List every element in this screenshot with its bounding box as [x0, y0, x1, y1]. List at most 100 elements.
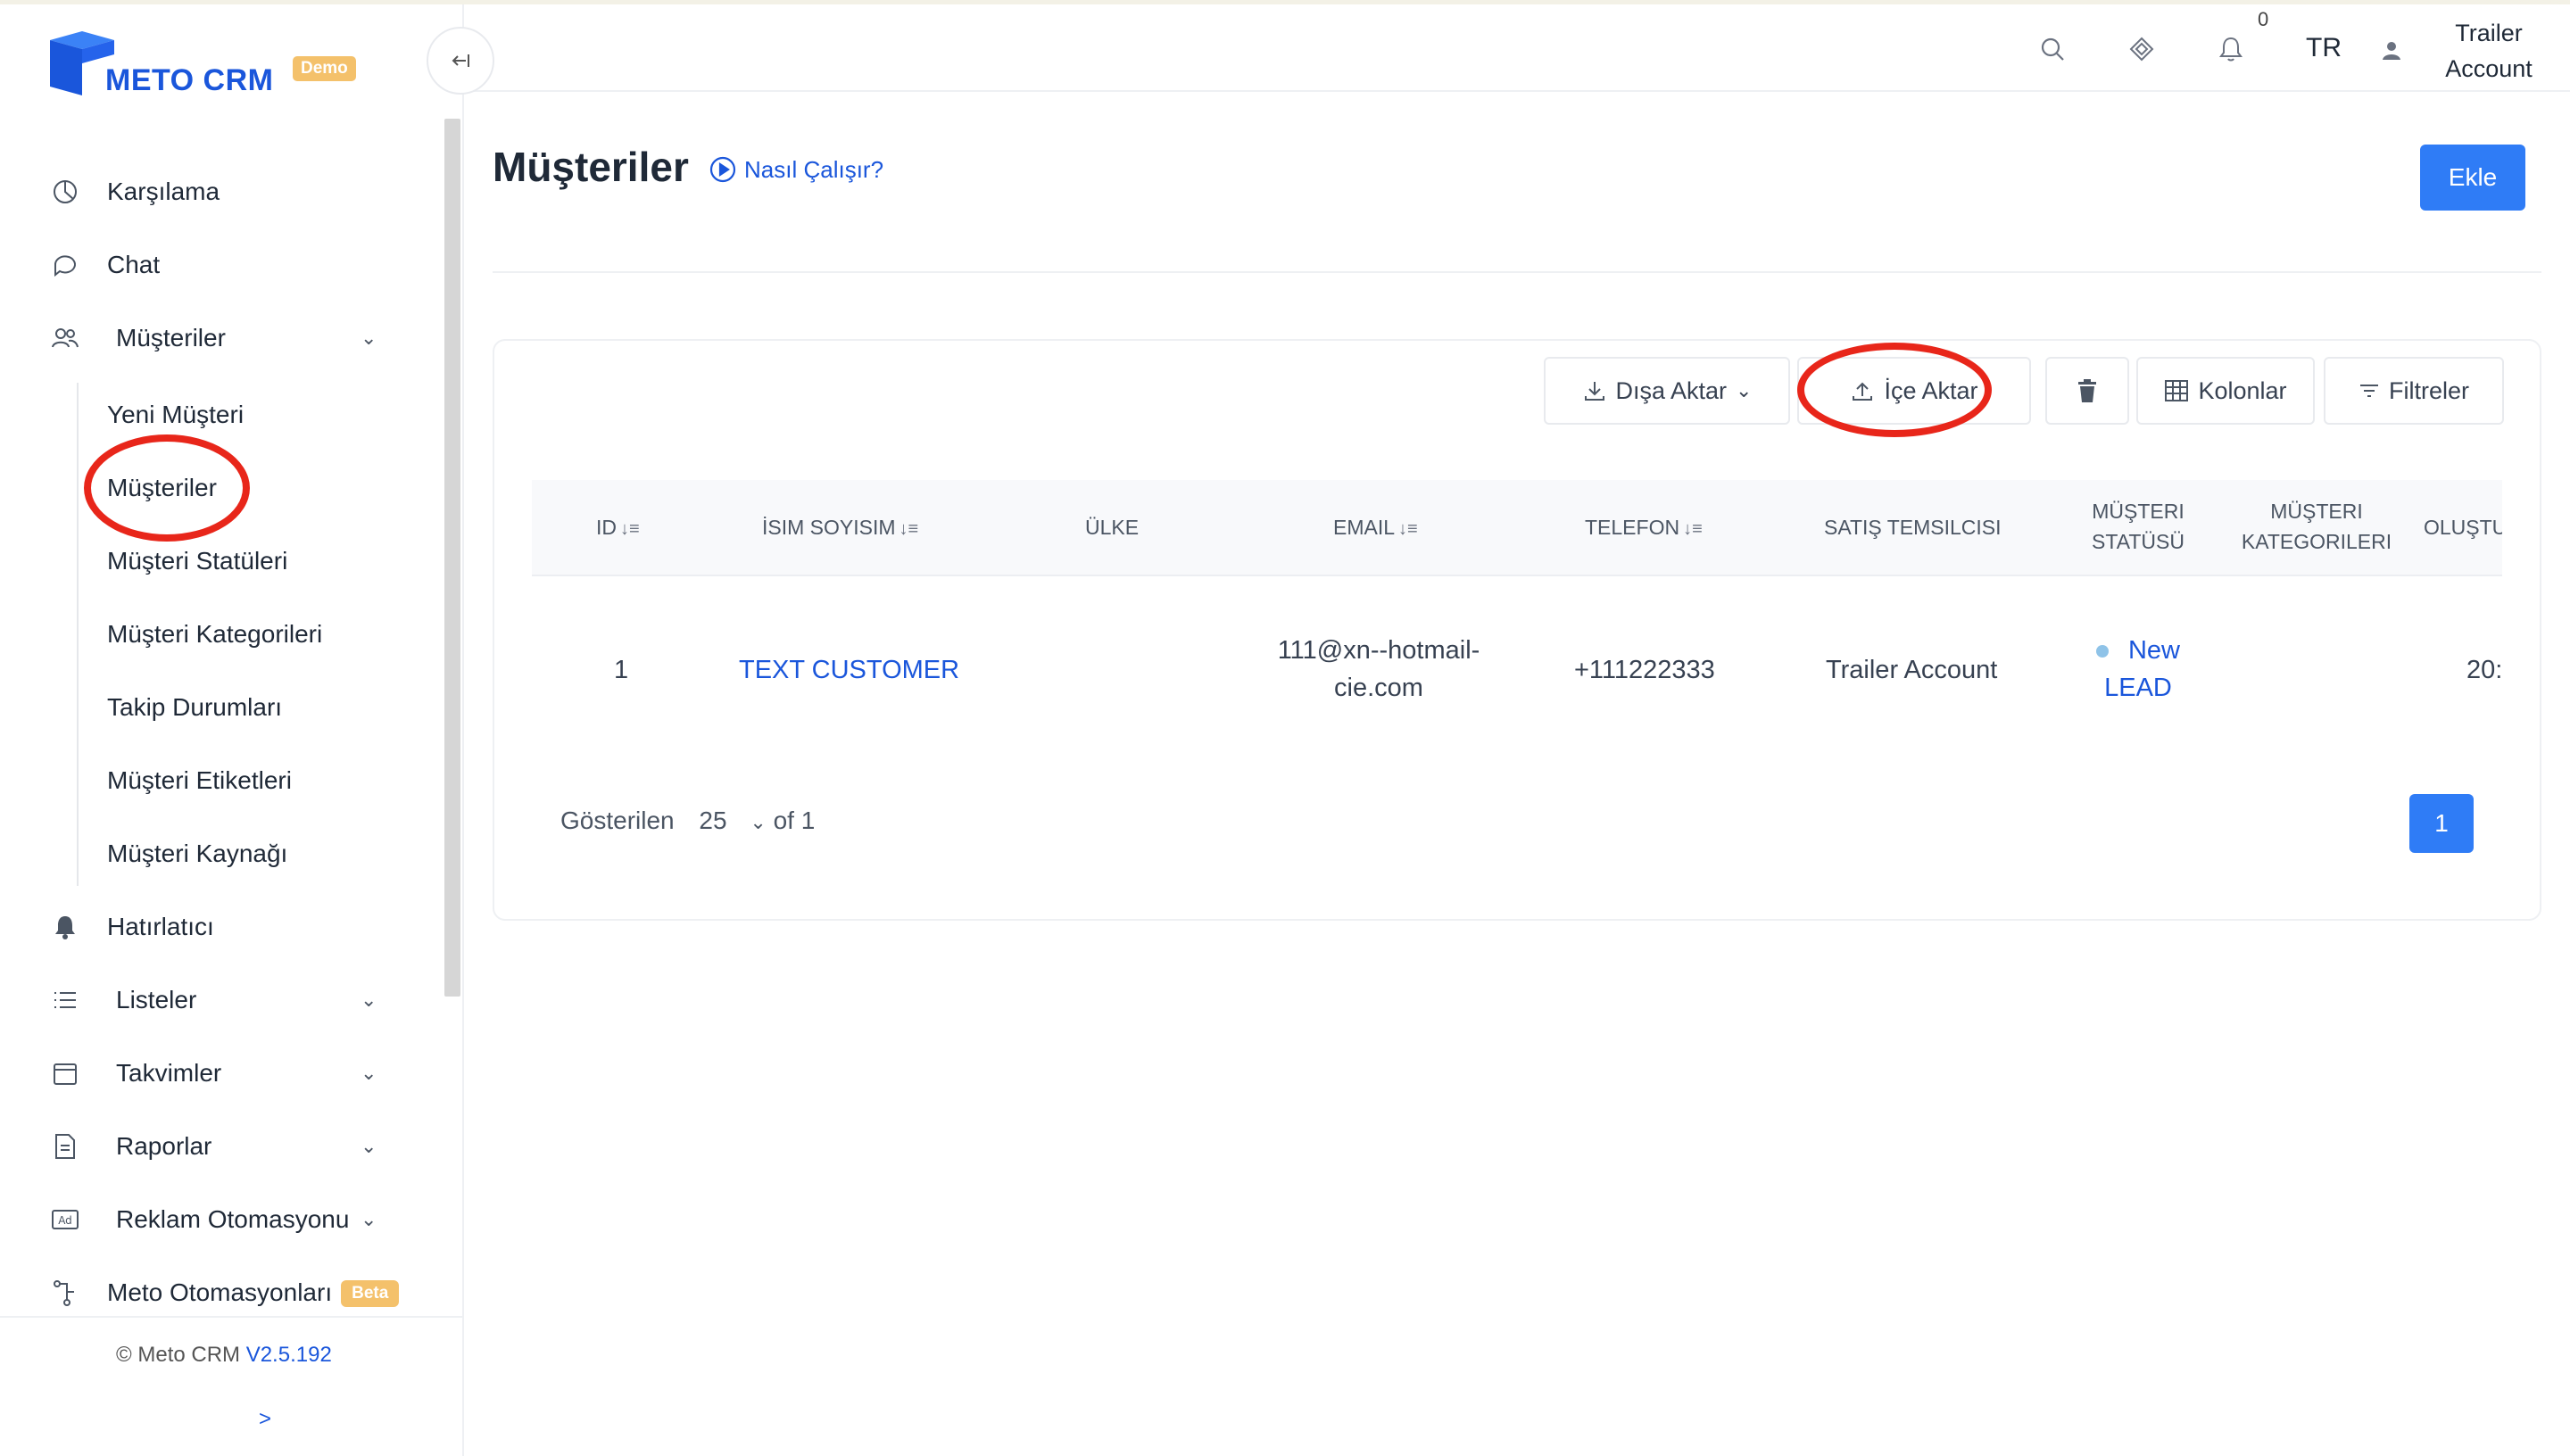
sidebar-footer-divider [0, 1316, 462, 1318]
bell-icon [50, 912, 80, 942]
cell-phone: +111222333 [1574, 656, 1715, 684]
sidebar-item-label: Karşılama [107, 178, 220, 205]
sub-item-musteri-kategorileri[interactable]: Müşteri Kategorileri [107, 608, 322, 661]
cell-status-text: New [2127, 636, 2180, 665]
play-circle-icon [709, 156, 736, 183]
column-header-label: ID [596, 516, 617, 539]
cell-status-line1: New [2083, 632, 2193, 669]
shown-label: Gösterilen [560, 807, 675, 834]
sub-item-musteriler[interactable]: Müşteriler [107, 461, 217, 515]
pagination-info: Gösterilen 25 ⌄ of 1 [560, 807, 815, 835]
filters-label: Filtreler [2388, 376, 2469, 404]
sort-icon: ↓≡ [1398, 519, 1418, 539]
column-header-name[interactable]: İSIM SOYISIM ↓≡ [762, 512, 918, 544]
status-dot-icon [2095, 645, 2109, 658]
sidebar-item-label: Meto Otomasyonları Beta [107, 1278, 400, 1308]
sidebar-item-label-text: Meto Otomasyonları [107, 1278, 333, 1306]
column-header-label: KATEGORILERI [2241, 530, 2392, 553]
cell-created: 20: [2466, 656, 2502, 684]
user-name-line2: Account [2445, 55, 2533, 82]
columns-label: Kolonlar [2198, 376, 2287, 404]
version-number[interactable]: V2.5.192 [246, 1343, 332, 1367]
column-header-categories: MÜŞTERI KATEGORILERI [2238, 496, 2395, 557]
trash-icon [2078, 379, 2096, 402]
sidebar-item-label: Chat [107, 251, 161, 278]
how-it-works-link[interactable]: Nasıl Çalışır? [709, 155, 883, 184]
column-header-status: MÜŞTERI STATÜSÜ [2083, 496, 2193, 557]
collapse-sidebar-button[interactable] [427, 27, 494, 95]
document-icon [50, 1131, 80, 1162]
column-header-label: İSIM SOYISIM [762, 516, 896, 539]
download-icon [1584, 382, 1604, 401]
user-name-line1: Trailer [2455, 20, 2523, 46]
sort-icon: ↓≡ [899, 519, 919, 539]
chevron-down-icon: ⌄ [361, 1135, 377, 1157]
how-it-works-label: Nasıl Çalışır? [744, 155, 884, 183]
column-header-id[interactable]: ID ↓≡ [596, 512, 640, 544]
sub-item-takip-durumlari[interactable]: Takip Durumları [107, 681, 282, 734]
sub-item-musteri-kaynagi[interactable]: Müşteri Kaynağı [107, 827, 287, 881]
columns-button[interactable]: Kolonlar [2136, 357, 2315, 425]
search-icon[interactable] [2035, 31, 2070, 67]
cell-email-line1: 111@xn--hotmail- [1277, 636, 1480, 665]
column-header-label: MÜŞTERI [2270, 500, 2363, 523]
user-name: Trailer Account [2422, 15, 2556, 87]
cell-email-line2: cie.com [1334, 674, 1423, 702]
diamond-grid-icon[interactable] [2124, 31, 2160, 67]
import-button[interactable]: İçe Aktar [1797, 357, 2031, 425]
cell-sales-rep: Trailer Account [1826, 656, 1998, 684]
of-label: of 1 [773, 807, 816, 834]
sidebar-item-label: Raporlar [116, 1132, 212, 1160]
import-label: İçe Aktar [1884, 376, 1978, 404]
cell-status[interactable]: New LEAD [2083, 632, 2193, 707]
sidebar-scrollbar[interactable] [444, 119, 460, 997]
chevron-down-icon: ⌄ [361, 1208, 377, 1230]
expand-sidebar-button[interactable]: > [259, 1407, 271, 1432]
upload-icon [1853, 382, 1873, 401]
chevron-down-icon: ⌄ [361, 1062, 377, 1084]
language-switcher[interactable]: TR [2306, 33, 2342, 63]
sub-item-yeni-musteri[interactable]: Yeni Müşteri [107, 388, 244, 442]
notification-count: 0 [2258, 8, 2269, 30]
sub-item-musteri-statuleri[interactable]: Müşteri Statüleri [107, 534, 287, 588]
chevron-down-icon: ⌄ [750, 811, 767, 833]
sidebar: METO CRM Demo Karşılama Chat Müşteriler … [0, 4, 464, 1456]
sidebar-item-label: Listeler [116, 986, 197, 1013]
page-title: Müşteriler [493, 144, 689, 190]
cell-status-line2: LEAD [2104, 674, 2172, 702]
filters-button[interactable]: Filtreler [2324, 357, 2504, 425]
user-icon [2381, 40, 2402, 66]
sidebar-item-label: Müşteriler [116, 324, 226, 352]
list-icon [50, 985, 80, 1015]
add-button[interactable]: Ekle [2420, 145, 2525, 211]
column-header-label: EMAIL [1333, 516, 1396, 539]
cell-id: 1 [614, 656, 629, 684]
column-header-label: MÜŞTERI [2092, 500, 2184, 523]
beta-badge: Beta [341, 1280, 400, 1308]
chevron-down-icon: ⌄ [1736, 379, 1753, 401]
user-menu[interactable]: Trailer Account [2381, 15, 2559, 87]
chevron-down-icon: ⌄ [361, 989, 377, 1011]
column-header-email[interactable]: EMAIL ↓≡ [1333, 512, 1418, 544]
sidebar-item-label: Takvimler [116, 1059, 222, 1087]
demo-badge: Demo [293, 56, 356, 81]
column-header-label: STATÜSÜ [2092, 530, 2184, 553]
column-header-sales-rep: SATIŞ TEMSILCISI [1824, 516, 2002, 539]
column-header-label: TELEFON [1585, 516, 1680, 539]
logo[interactable]: METO CRM Demo [46, 28, 368, 104]
export-button[interactable]: Dışa Aktar ⌄ [1544, 357, 1790, 425]
column-header-phone[interactable]: TELEFON ↓≡ [1585, 512, 1703, 544]
table-icon [2165, 380, 2189, 401]
sub-item-musteri-etiketleri[interactable]: Müşteri Etiketleri [107, 754, 292, 807]
page-button-current[interactable]: 1 [2409, 794, 2474, 853]
notification-bell-icon[interactable] [2213, 31, 2249, 67]
cell-name-link[interactable]: TEXT CUSTOMER [739, 651, 959, 689]
page-size-select[interactable]: 25 ⌄ [699, 807, 773, 834]
users-icon [50, 323, 80, 353]
copyright-text: © Meto CRM [116, 1343, 241, 1367]
sidebar-item-label: Reklam Otomasyonu [116, 1205, 350, 1233]
submenu-guide-line [77, 383, 79, 886]
delete-button[interactable] [2045, 357, 2129, 425]
sort-icon: ↓≡ [620, 519, 640, 539]
chat-bubble-icon [50, 250, 80, 280]
